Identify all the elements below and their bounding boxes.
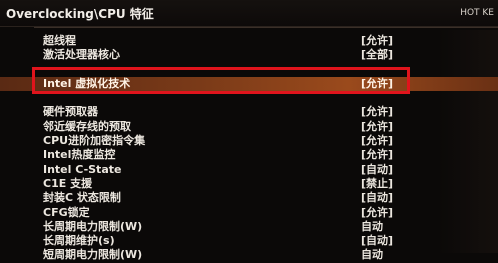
setting-name: 短周期电力限制(W) <box>43 248 143 262</box>
setting-row-c-state[interactable]: Intel C-State [自动] <box>0 163 498 177</box>
setting-row-active-cores[interactable]: 激活处理器核心 [全部] <box>0 48 498 62</box>
hotkey-label[interactable]: HOT KE <box>460 8 494 18</box>
setting-name: CPU进阶加密指令集 <box>43 134 146 148</box>
setting-value[interactable]: 自动 <box>361 220 383 234</box>
setting-value[interactable]: [允许] <box>361 134 393 148</box>
setting-value[interactable]: [禁止] <box>361 177 393 191</box>
setting-value[interactable]: [允许] <box>361 105 393 119</box>
setting-row-thermal-monitor[interactable]: Intel热度监控 [允许] <box>0 148 498 162</box>
setting-value[interactable]: [全部] <box>361 48 393 62</box>
highlight-annotation <box>32 67 410 94</box>
setting-value[interactable]: [自动] <box>361 234 393 248</box>
divider <box>34 27 498 28</box>
setting-row-short-power-limit[interactable]: 短周期电力限制(W) 自动 <box>0 248 498 262</box>
setting-name: 长周期维护(s) <box>43 234 115 248</box>
setting-name: 长周期电力限制(W) <box>43 219 143 233</box>
setting-value[interactable]: 自动 <box>361 248 383 262</box>
setting-row-package-c-state[interactable]: 封装C 状态限制 [自动] <box>0 191 498 205</box>
breadcrumb: Overclocking\CPU 特征 <box>6 7 154 21</box>
setting-value[interactable]: [自动] <box>361 191 393 205</box>
setting-value[interactable]: [允许] <box>361 148 393 162</box>
setting-name: Intel C-State <box>43 162 122 176</box>
setting-value[interactable]: [允许] <box>361 120 393 134</box>
setting-value[interactable]: [允许] <box>361 206 393 220</box>
setting-name: CFG锁定 <box>43 205 90 219</box>
setting-value[interactable]: [自动] <box>361 163 393 177</box>
setting-name: Intel热度监控 <box>43 148 116 162</box>
title-bar: Overclocking\CPU 特征 HOT KE <box>0 0 498 27</box>
setting-name: 邻近缓存线的预取 <box>43 119 131 133</box>
setting-row-hw-prefetcher[interactable]: 硬件预取器 [允许] <box>0 105 498 119</box>
setting-row-long-duration[interactable]: 长周期维护(s) [自动] <box>0 234 498 248</box>
setting-name: 超线程 <box>43 34 76 47</box>
setting-name: 硬件预取器 <box>43 105 98 119</box>
setting-value[interactable]: [允许] <box>361 34 393 48</box>
setting-row-c1e[interactable]: C1E 支援 [禁止] <box>0 177 498 191</box>
setting-row-long-power-limit[interactable]: 长周期电力限制(W) 自动 <box>0 220 498 234</box>
setting-row-hyperthreading[interactable]: 超线程 [允许] <box>0 34 498 48</box>
setting-name: 封装C 状态限制 <box>43 191 121 205</box>
setting-row-aes[interactable]: CPU进阶加密指令集 [允许] <box>0 134 498 148</box>
setting-row-adjacent-prefetch[interactable]: 邻近缓存线的预取 [允许] <box>0 120 498 134</box>
setting-name: C1E 支援 <box>43 176 93 190</box>
setting-row-cfg-lock[interactable]: CFG锁定 [允许] <box>0 206 498 220</box>
setting-name: 激活处理器核心 <box>43 48 120 62</box>
